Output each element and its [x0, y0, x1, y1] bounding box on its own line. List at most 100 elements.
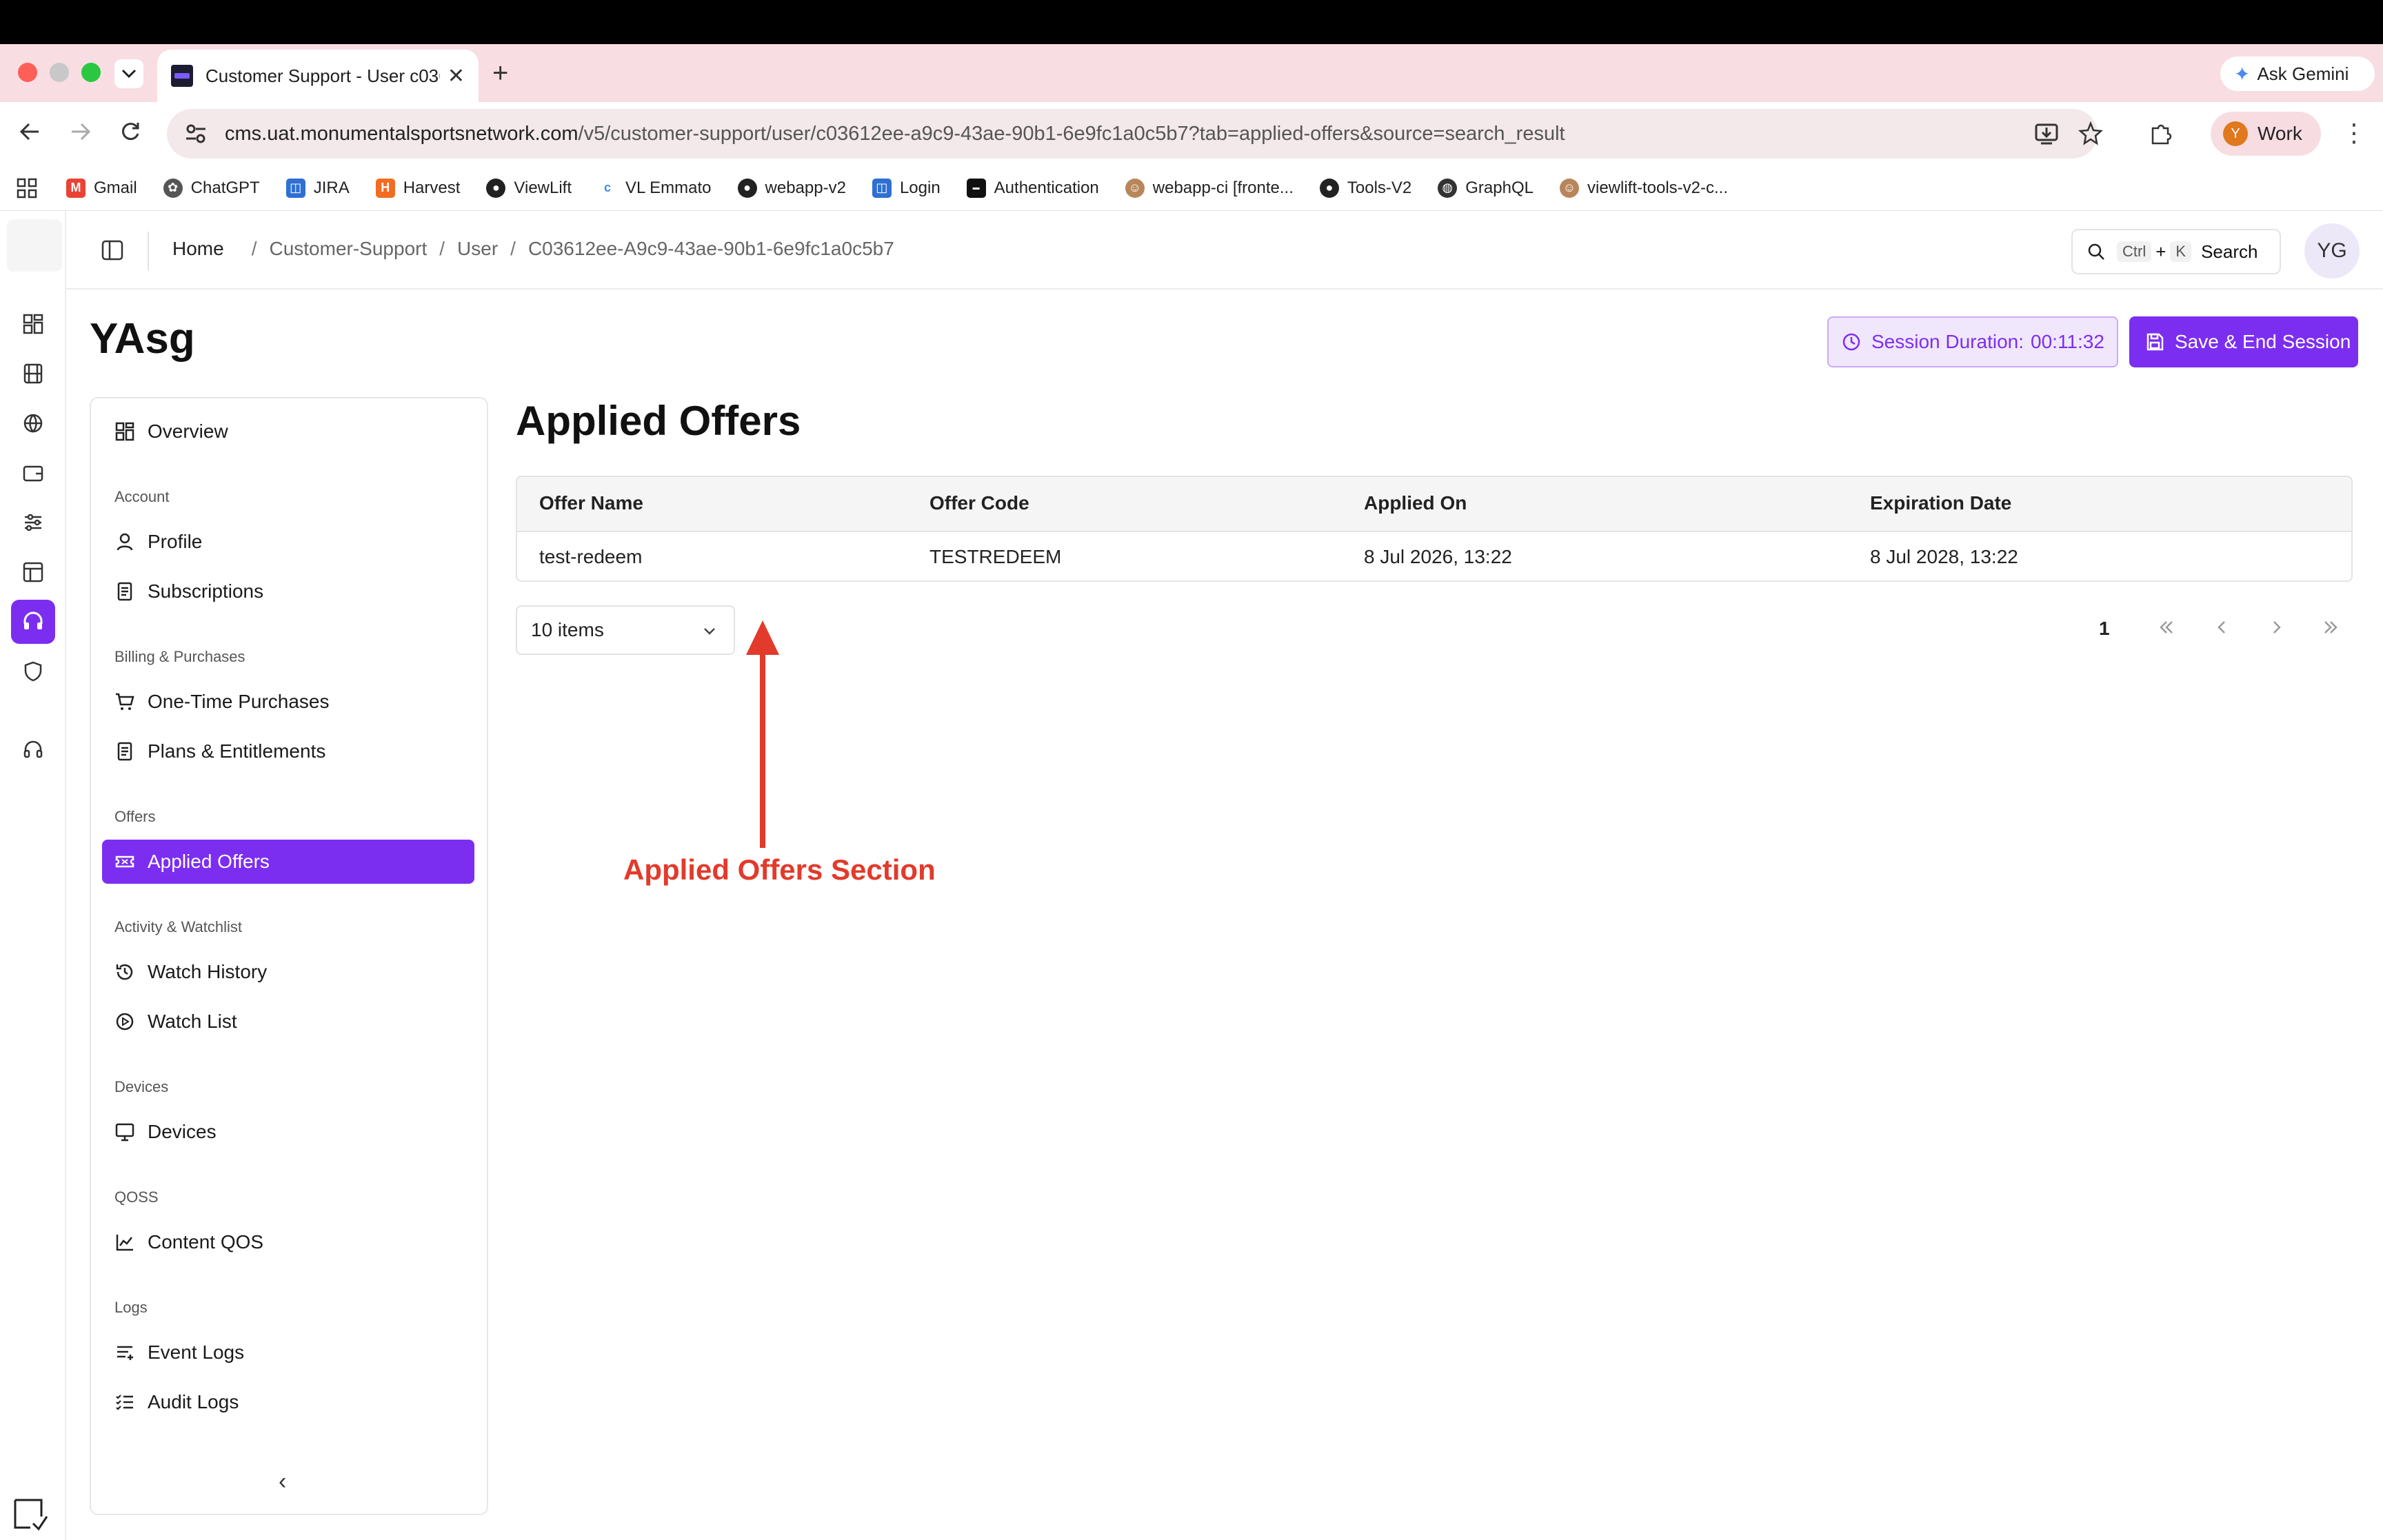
bookmark-jira[interactable]: ◫ JIRA	[285, 178, 350, 198]
next-page-icon[interactable]	[2266, 616, 2288, 638]
apps-grid-icon[interactable]	[17, 178, 37, 199]
first-page-icon[interactable]	[2155, 616, 2178, 638]
sidebar-item-content-qos[interactable]: Content QOS	[102, 1220, 474, 1264]
sidebar-item-label: Devices	[148, 1121, 217, 1142]
bookmark-login[interactable]: ◫ Login	[872, 178, 941, 198]
bookmark-harvest[interactable]: H Harvest	[375, 178, 461, 198]
page-size-select[interactable]: 10 items	[516, 605, 735, 655]
bookmark-label: Tools-V2	[1347, 178, 1412, 197]
sidebar-item-label: Subscriptions	[148, 580, 264, 602]
back-icon[interactable]	[18, 120, 41, 143]
bookmark-star-icon[interactable]	[2078, 121, 2103, 146]
bookmark-gmail[interactable]: M Gmail	[66, 178, 137, 198]
bookmark-authentication[interactable]: ▬ Authentication	[966, 178, 1099, 198]
column-header-offer-code[interactable]: Offer Code	[929, 492, 1029, 514]
search-button[interactable]: Ctrl + K Search	[2071, 229, 2281, 274]
gmail-icon: M	[66, 178, 86, 198]
screen-top-bar	[0, 0, 2383, 44]
profile-initial: Y	[2223, 121, 2248, 146]
github-icon: ●	[1319, 178, 1339, 198]
bookmark-label: ViewLift	[514, 178, 572, 197]
column-header-applied-on[interactable]: Applied On	[1364, 492, 1467, 514]
tab-title: Customer Support - User c03612ee	[205, 65, 440, 86]
close-tab-icon[interactable]: ✕	[448, 64, 465, 88]
column-header-expiration-date[interactable]: Expiration Date	[1870, 492, 2011, 514]
close-window-button[interactable]	[18, 63, 37, 82]
breadcrumb-home[interactable]: Home	[172, 238, 224, 259]
sidebar-item-profile[interactable]: Profile	[102, 520, 474, 564]
profile-button[interactable]: Y Work	[2211, 112, 2321, 156]
forward-icon[interactable]	[69, 120, 92, 143]
headset-icon[interactable]	[19, 736, 47, 764]
screenshot-tool-icon[interactable]	[11, 1496, 50, 1534]
play-circle-icon	[116, 1013, 134, 1031]
reload-icon[interactable]	[119, 120, 142, 143]
sidebar-item-watch-history[interactable]: Watch History	[102, 950, 474, 994]
sidebar-item-overview[interactable]: Overview	[102, 409, 474, 454]
wallet-icon[interactable]	[19, 459, 47, 487]
sidebar-item-label: One-Time Purchases	[148, 691, 330, 712]
globe-icon[interactable]	[19, 409, 47, 437]
sidebar-item-watch-list[interactable]: Watch List	[102, 1000, 474, 1044]
bookmark-viewlift[interactable]: ● ViewLift	[486, 178, 572, 198]
sidebar-item-applied-offers[interactable]: Applied Offers	[102, 840, 474, 884]
maximize-window-button[interactable]	[81, 63, 101, 82]
tab-search-button[interactable]	[114, 59, 143, 88]
film-icon[interactable]	[19, 360, 47, 387]
collapse-sidebar-button[interactable]: ‹	[279, 1468, 286, 1495]
sliders-icon[interactable]	[19, 509, 47, 536]
session-label: Session Duration:	[1871, 331, 2024, 352]
bookmark-webapp-v2[interactable]: ● webapp-v2	[737, 178, 846, 198]
address-bar[interactable]: cms.uat.monumentalsportsnetwork.com/v5/c…	[167, 109, 2098, 159]
customer-support-nav[interactable]	[11, 600, 55, 644]
save-end-session-label: Save & End Session	[2175, 331, 2351, 352]
search-label: Search	[2201, 241, 2258, 262]
breadcrumb-user[interactable]: User	[457, 238, 498, 259]
sidebar-item-label: Watch List	[148, 1011, 237, 1032]
layout-icon[interactable]	[19, 558, 47, 586]
last-page-icon[interactable]	[2320, 616, 2342, 638]
user-avatar[interactable]: YG	[2304, 223, 2360, 278]
bookmark-label: Harvest	[403, 178, 461, 197]
previous-page-icon[interactable]	[2211, 616, 2233, 638]
github-icon: ●	[486, 178, 506, 198]
sidebar-item-one-time-purchases[interactable]: One-Time Purchases	[102, 680, 474, 724]
breadcrumb-customer-support[interactable]: Customer-Support	[269, 238, 427, 259]
bookmark-webapp-ci[interactable]: ☺ webapp-ci [fronte...	[1125, 178, 1294, 198]
sidebar-section-offers: Offers	[114, 808, 156, 825]
cell-offer-code: TESTREDEEM	[929, 546, 1062, 567]
minimize-window-button[interactable]	[50, 63, 69, 82]
bookmark-graphql[interactable]: ◍ GraphQL	[1438, 178, 1534, 198]
bookmark-chatgpt[interactable]: ✿ ChatGPT	[163, 178, 260, 198]
shield-icon[interactable]	[19, 658, 47, 685]
ask-gemini-button[interactable]: ✦ Ask Gemini	[2220, 57, 2375, 91]
save-end-session-button[interactable]: Save & End Session	[2129, 316, 2358, 367]
sidebar-item-plans-entitlements[interactable]: Plans & Entitlements	[102, 729, 474, 773]
sidebar-item-devices[interactable]: Devices	[102, 1110, 474, 1154]
sidebar-item-audit-logs[interactable]: Audit Logs	[102, 1380, 474, 1424]
column-header-offer-name[interactable]: Offer Name	[539, 492, 643, 514]
sidebar-item-event-logs[interactable]: Event Logs	[102, 1330, 474, 1375]
install-app-icon[interactable]	[2034, 121, 2059, 146]
extensions-icon[interactable]	[2149, 121, 2173, 146]
sidebar-item-label: Applied Offers	[148, 851, 270, 872]
app-logo[interactable]	[7, 219, 62, 272]
bookmark-tools-v2[interactable]: ● Tools-V2	[1319, 178, 1412, 198]
sidebar-toggle-icon[interactable]	[101, 239, 124, 262]
sidebar-item-subscriptions[interactable]: Subscriptions	[102, 569, 474, 614]
shortcut-ctrl: Ctrl	[2117, 241, 2152, 262]
bookmark-vl-emmato[interactable]: c VL Emmato	[598, 178, 712, 198]
new-tab-button[interactable]: +	[492, 59, 508, 87]
bookmark-viewlift-tools[interactable]: ☺ viewlift-tools-v2-c...	[1559, 178, 1728, 198]
user-icon	[117, 533, 133, 551]
chevron-down-icon	[121, 69, 137, 79]
sidebar-section-devices: Devices	[114, 1078, 169, 1095]
checklist-icon	[116, 1395, 133, 1410]
browser-tab[interactable]: Customer Support - User c03612ee ✕	[157, 50, 479, 102]
annotation-arrow	[746, 620, 779, 848]
dashboard-icon[interactable]	[19, 310, 47, 338]
clock-icon	[1842, 333, 1860, 351]
login-icon: ◫	[872, 178, 892, 198]
browser-menu-icon[interactable]: ⋮	[2342, 119, 2366, 148]
sidebar-item-label: Watch History	[148, 961, 268, 982]
